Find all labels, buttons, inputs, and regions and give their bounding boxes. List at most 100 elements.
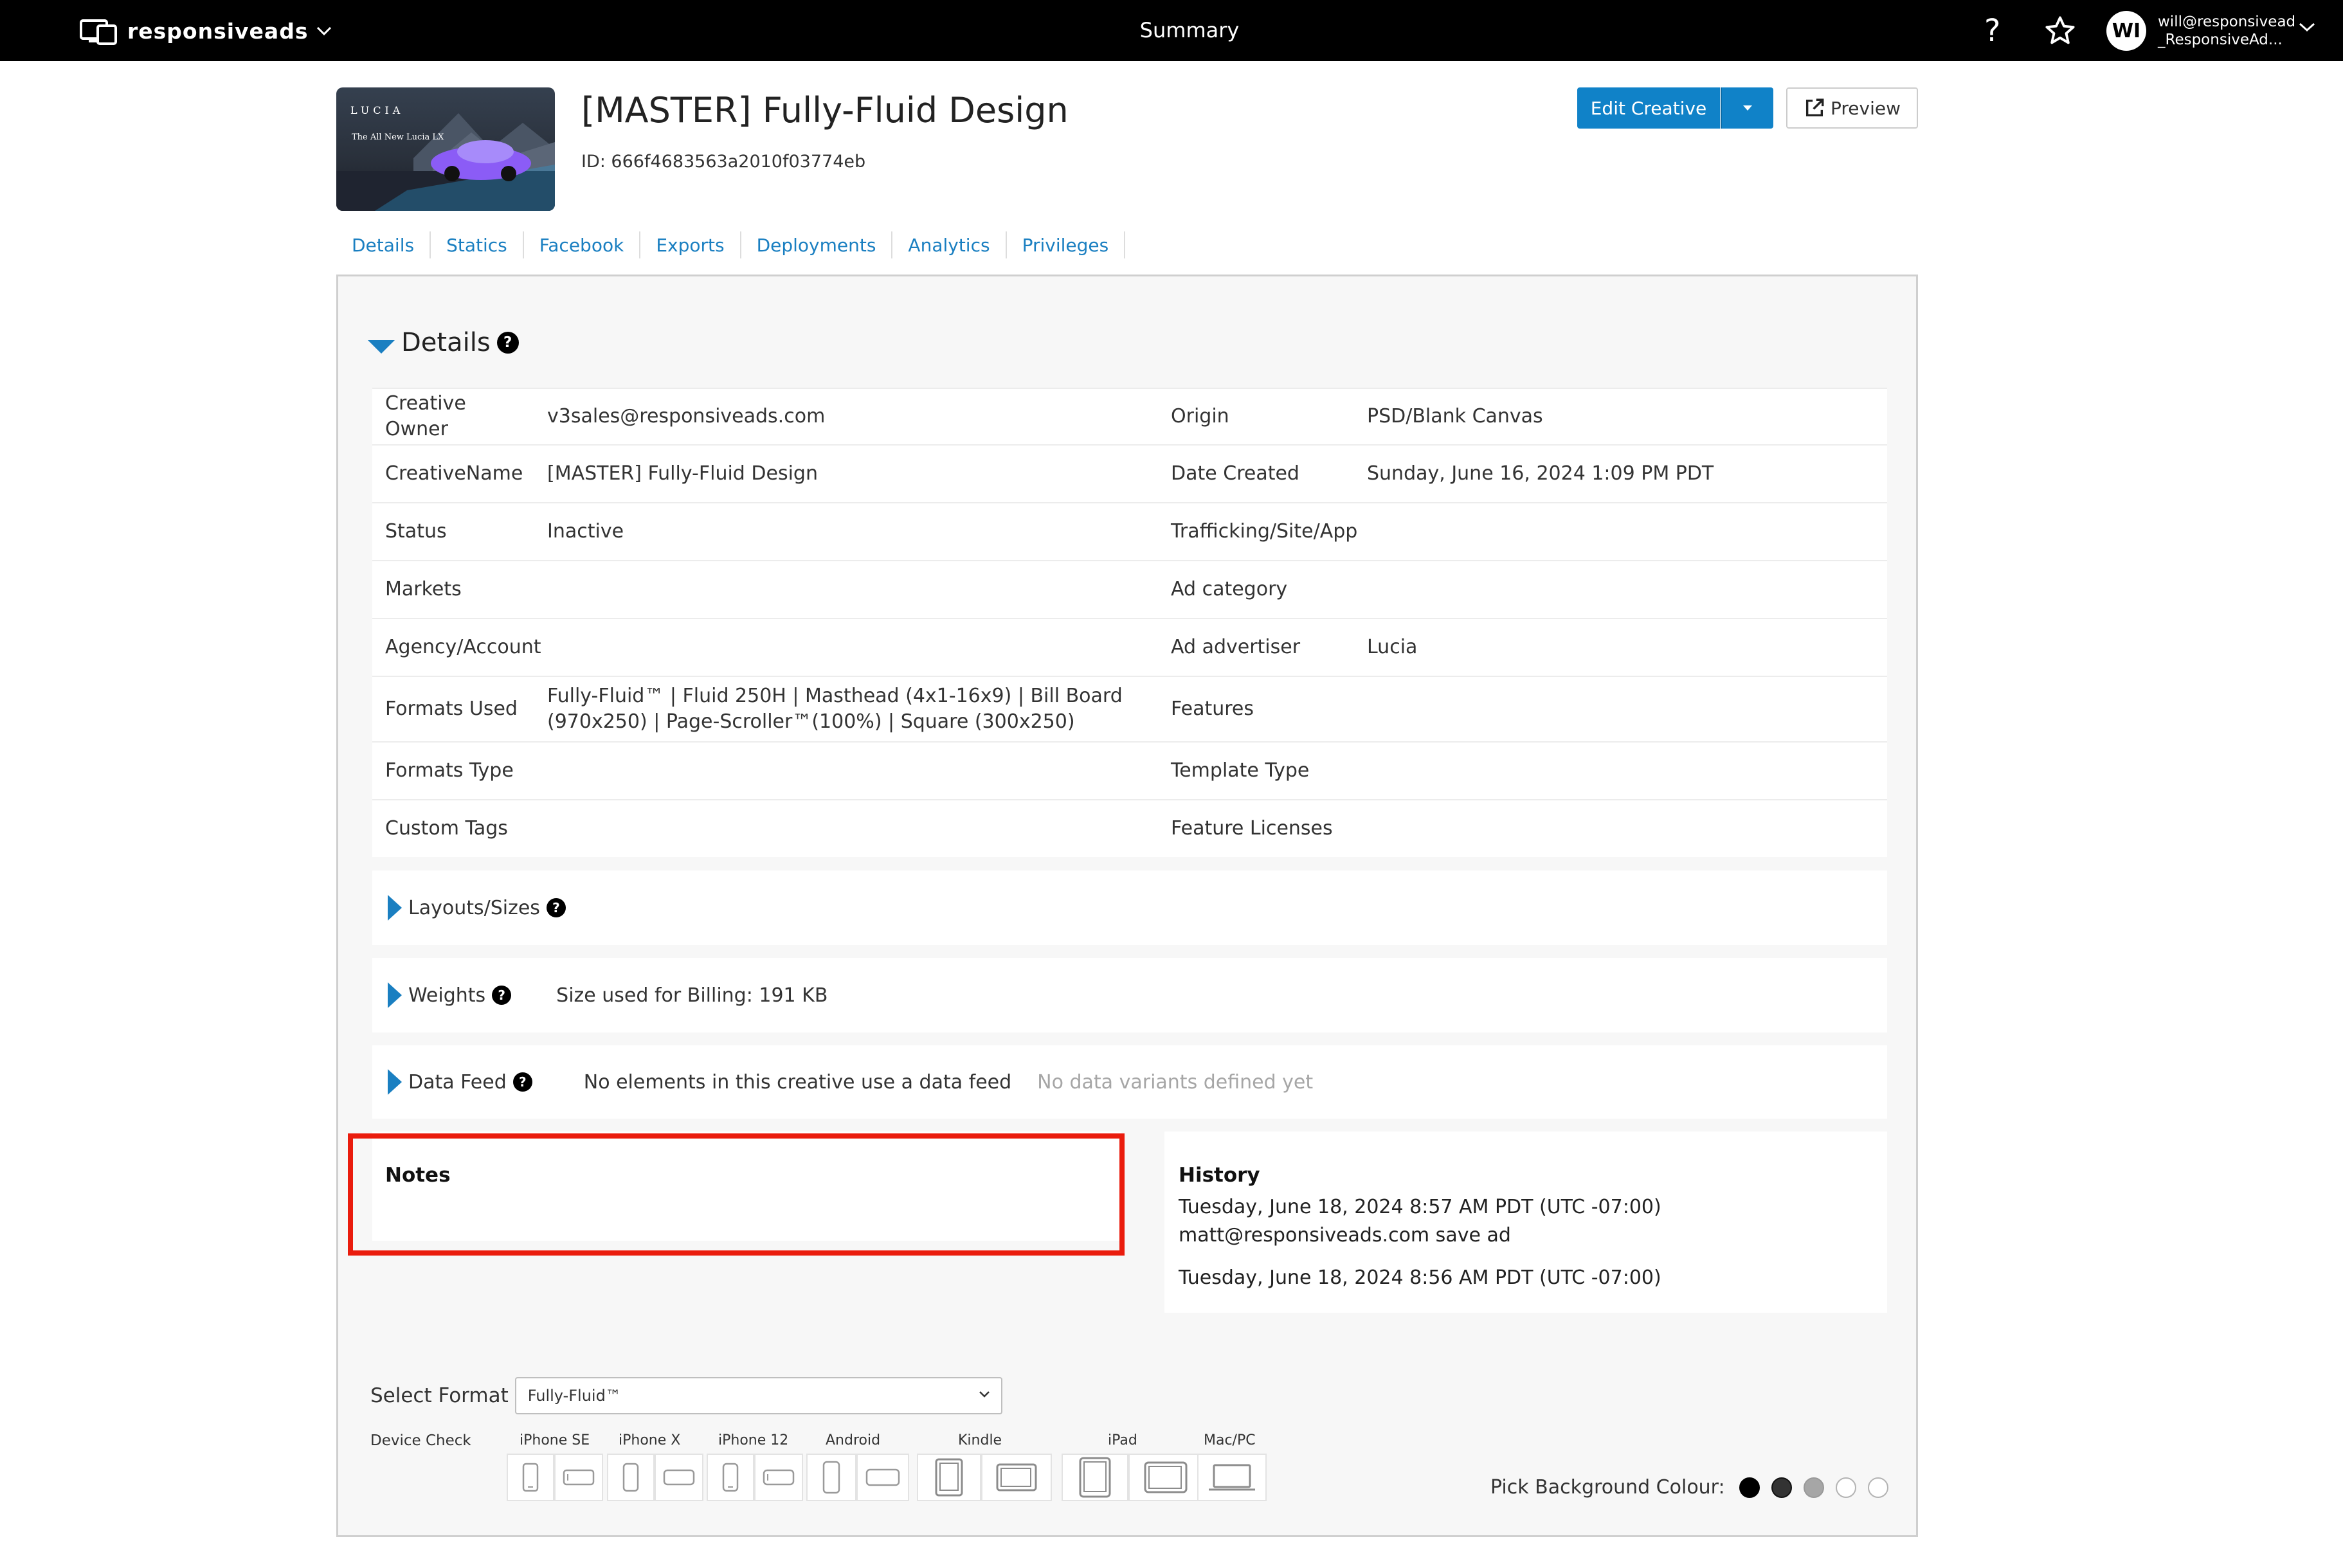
format-select-value: Fully-Fluid™ (527, 1387, 621, 1405)
device-check-label: Device Check (370, 1432, 471, 1449)
page-title: Summary (1139, 18, 1240, 42)
device-group-iphone-se: iPhone SE (507, 1432, 603, 1501)
background-colour-dark-gray[interactable] (1771, 1477, 1792, 1498)
tab-exports[interactable]: Exports (640, 231, 741, 258)
device-group-mac-pc: Mac/PC (1197, 1432, 1267, 1501)
details-table: Creative Owner v3sales@responsiveads.com… (372, 388, 1887, 857)
field-label: Markets (385, 578, 462, 600)
field-label: Date Created (1171, 462, 1299, 485)
field-label: Ad category (1171, 578, 1288, 600)
format-select[interactable]: Fully-Fluid™ (514, 1377, 1002, 1414)
history-timestamp: Tuesday, June 18, 2024 8:56 AM PDT (UTC … (1179, 1266, 1661, 1289)
phone-landscape-icon (663, 1469, 695, 1486)
tablet-landscape-icon (996, 1463, 1037, 1491)
preview-label: Preview (1831, 97, 1901, 119)
background-colour-white[interactable] (1835, 1477, 1856, 1498)
data-feed-section: Data Feed ? No elements in this creative… (372, 1045, 1887, 1119)
layouts-sizes-toggle[interactable]: Layouts/Sizes ? (388, 870, 566, 945)
creative-thumbnail: LUCIA The All New Lucia LX (336, 87, 555, 211)
device-name: iPhone X (619, 1432, 681, 1448)
details-panel: Details ? Creative Owner v3sales@respons… (336, 275, 1918, 1537)
table-row: CreativeName [MASTER] Fully-Fluid Design… (372, 444, 1887, 502)
help-icon[interactable]: ? (546, 898, 566, 917)
avatar[interactable]: WI (2106, 11, 2146, 51)
field-value: v3sales@responsiveads.com (547, 405, 826, 428)
caret-down-icon (1743, 105, 1752, 111)
brand-menu[interactable]: responsiveads (78, 14, 332, 48)
details-section-toggle[interactable]: Details ? (368, 328, 519, 357)
help-icon[interactable]: ? (496, 332, 519, 354)
creative-tabs: Details Statics Facebook Exports Deploym… (336, 231, 1126, 260)
background-colour-black[interactable] (1739, 1477, 1760, 1498)
background-colour-white-alt[interactable] (1867, 1477, 1888, 1498)
device-name: iPhone 12 (718, 1432, 789, 1448)
tab-privileges[interactable]: Privileges (1007, 231, 1126, 258)
weights-section: Weights ? Size used for Billing: 191 KB (372, 958, 1887, 1032)
help-icon[interactable]: ? (492, 986, 512, 1005)
iphone-x-landscape-button[interactable] (655, 1454, 703, 1501)
table-row: Formats Used Fully-Fluid™ | Fluid 250H |… (372, 676, 1887, 741)
iphone-x-portrait-button[interactable] (607, 1454, 655, 1501)
help-icon[interactable]: ? (1984, 13, 2000, 49)
iphone-se-portrait-button[interactable] (507, 1454, 554, 1501)
tab-deployments[interactable]: Deployments (741, 231, 893, 258)
table-row: Status Inactive Trafficking/Site/App (372, 502, 1887, 560)
device-group-kindle: Kindle (917, 1432, 1052, 1501)
background-colour-gray[interactable] (1803, 1477, 1824, 1498)
phone-portrait-icon (622, 1463, 639, 1492)
iphone-12-portrait-button[interactable] (707, 1454, 754, 1501)
notes-box[interactable]: Notes (372, 1131, 1121, 1241)
field-label: Feature Licenses (1171, 817, 1333, 840)
data-feed-label: Data Feed (408, 1070, 507, 1094)
iphone-12-landscape-button[interactable] (754, 1454, 803, 1501)
tab-facebook[interactable]: Facebook (524, 231, 641, 258)
edit-creative-button[interactable]: Edit Creative (1577, 87, 1720, 129)
user-account[interactable]: will@responsivead _ResponsiveAd... (2158, 13, 2295, 49)
table-row: Formats Type Template Type (372, 741, 1887, 799)
kindle-landscape-button[interactable] (981, 1454, 1052, 1501)
data-variants-message: No data variants defined yet (1037, 1070, 1314, 1094)
weights-toggle[interactable]: Weights ? Size used for Billing: 191 KB (388, 958, 828, 1032)
chevron-down-icon[interactable] (2298, 21, 2316, 36)
layouts-sizes-label: Layouts/Sizes (408, 896, 540, 919)
tab-analytics[interactable]: Analytics (892, 231, 1007, 258)
android-portrait-button[interactable] (806, 1454, 856, 1501)
select-format-row: Select Format Fully-Fluid™ (370, 1377, 1002, 1414)
device-name: iPhone SE (520, 1432, 590, 1448)
phone-portrait-icon (822, 1461, 840, 1494)
field-value: Inactive (547, 520, 624, 543)
mac-pc-button[interactable] (1197, 1454, 1267, 1501)
data-feed-toggle[interactable]: Data Feed ? No elements in this creative… (388, 1045, 1313, 1119)
ipad-landscape-button[interactable] (1128, 1454, 1203, 1501)
table-row: Creative Owner v3sales@responsiveads.com… (372, 388, 1887, 444)
history-box: History Tuesday, June 18, 2024 8:57 AM P… (1164, 1131, 1887, 1313)
billing-size-text: Size used for Billing: 191 KB (556, 984, 828, 1007)
field-label: Formats Type (385, 759, 514, 782)
android-landscape-button[interactable] (856, 1454, 909, 1501)
user-email: will@responsivead (2158, 14, 2296, 30)
creative-id: ID: 666f4683563a2010f03774eb (581, 152, 866, 172)
phone-landscape-icon (563, 1469, 595, 1486)
device-group-ipad: iPad (1062, 1432, 1203, 1501)
tab-details[interactable]: Details (336, 231, 431, 258)
help-icon[interactable]: ? (512, 1072, 532, 1092)
field-value: Sunday, June 16, 2024 1:09 PM PDT (1367, 462, 1714, 485)
ipad-portrait-button[interactable] (1062, 1454, 1128, 1501)
device-name: iPad (1108, 1432, 1137, 1448)
field-label: Formats Used (385, 698, 518, 720)
device-name: Kindle (958, 1432, 1002, 1448)
phone-portrait-icon (522, 1463, 539, 1492)
chevron-down-icon (979, 1391, 990, 1398)
kindle-portrait-button[interactable] (917, 1454, 981, 1501)
preview-button[interactable]: Preview (1786, 87, 1918, 129)
field-label: Creative Owner (385, 392, 466, 440)
brand-name: responsiveads (127, 18, 309, 44)
phone-landscape-icon (865, 1468, 900, 1486)
select-format-label: Select Format (370, 1384, 509, 1407)
edit-options-dropdown-button[interactable] (1721, 87, 1773, 129)
tab-statics[interactable]: Statics (431, 231, 524, 258)
device-name: Mac/PC (1204, 1432, 1256, 1448)
star-icon[interactable] (2043, 14, 2077, 50)
iphone-se-landscape-button[interactable] (554, 1454, 603, 1501)
history-timestamp: Tuesday, June 18, 2024 8:57 AM PDT (UTC … (1179, 1196, 1661, 1218)
